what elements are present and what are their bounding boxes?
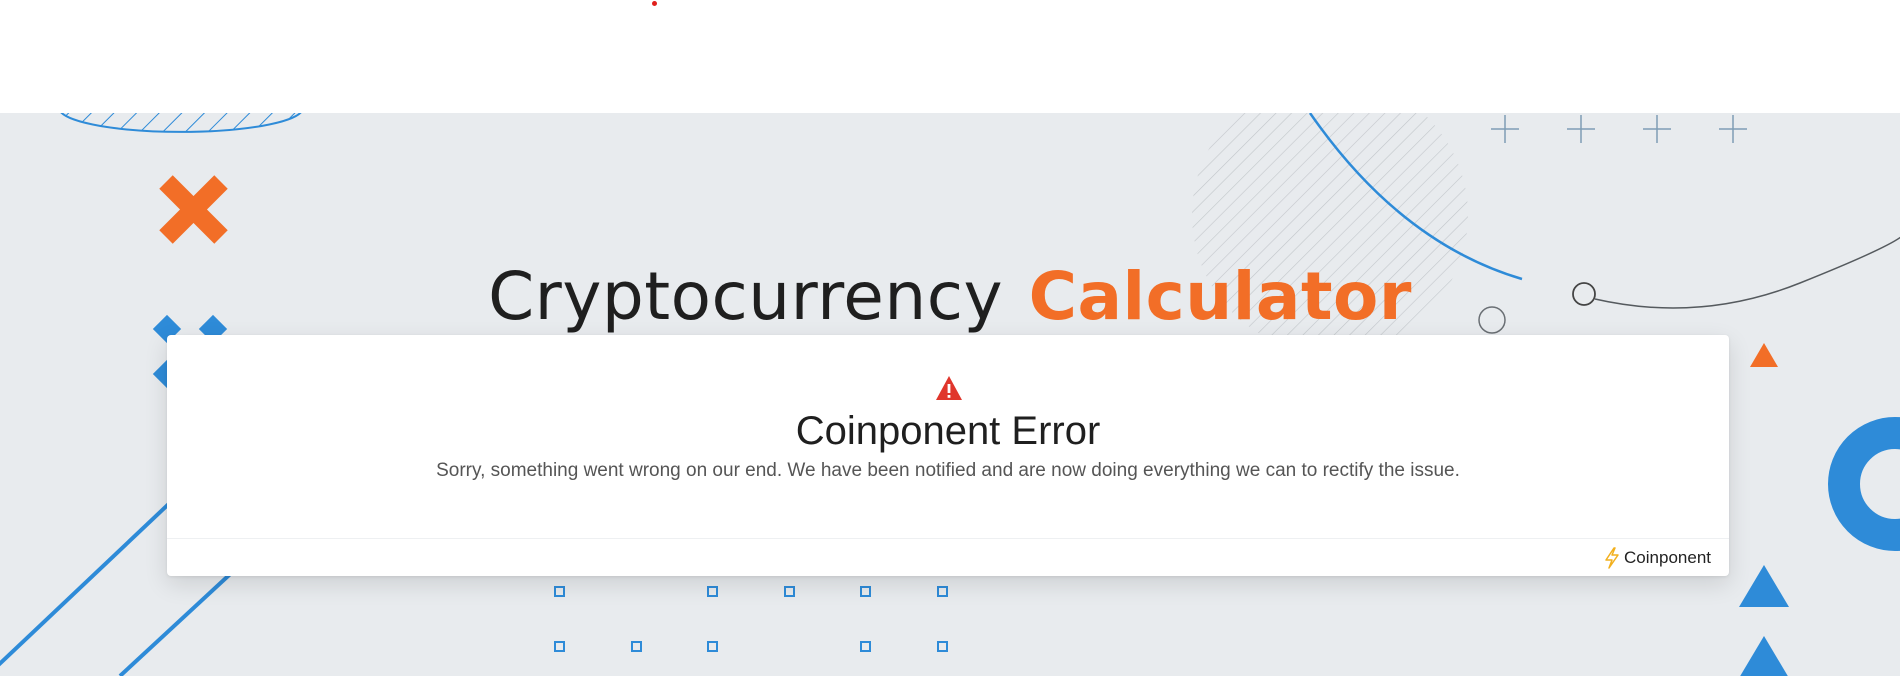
blue-triangle-shape	[1740, 636, 1788, 676]
hatched-semicircle-shape	[61, 113, 301, 132]
error-card: Coinponent Error Sorry, something went w…	[167, 335, 1729, 576]
plus-sign-shapes	[1491, 115, 1747, 143]
top-bar	[0, 0, 1900, 113]
blue-triangle-shape	[1739, 565, 1789, 607]
orange-x-shape	[159, 175, 228, 244]
page-title: Cryptocurrency Calculator	[0, 257, 1900, 337]
error-title: Coinponent Error	[795, 409, 1101, 453]
page-title-main: Cryptocurrency	[488, 258, 1004, 336]
red-dot	[652, 1, 657, 6]
warning-icon	[936, 376, 962, 400]
page-title-accent: Calculator	[1028, 258, 1412, 336]
orange-triangle-shape	[1750, 343, 1778, 367]
small-square-shapes	[554, 586, 948, 652]
card-divider	[167, 538, 1729, 539]
error-message: Sorry, something went wrong on our end. …	[436, 460, 1460, 481]
lightning-icon	[1605, 547, 1619, 569]
brand-link[interactable]: Coinponent	[1604, 547, 1711, 569]
brand-label: Coinponent	[1624, 548, 1711, 567]
blue-ring-shape	[1828, 417, 1900, 551]
